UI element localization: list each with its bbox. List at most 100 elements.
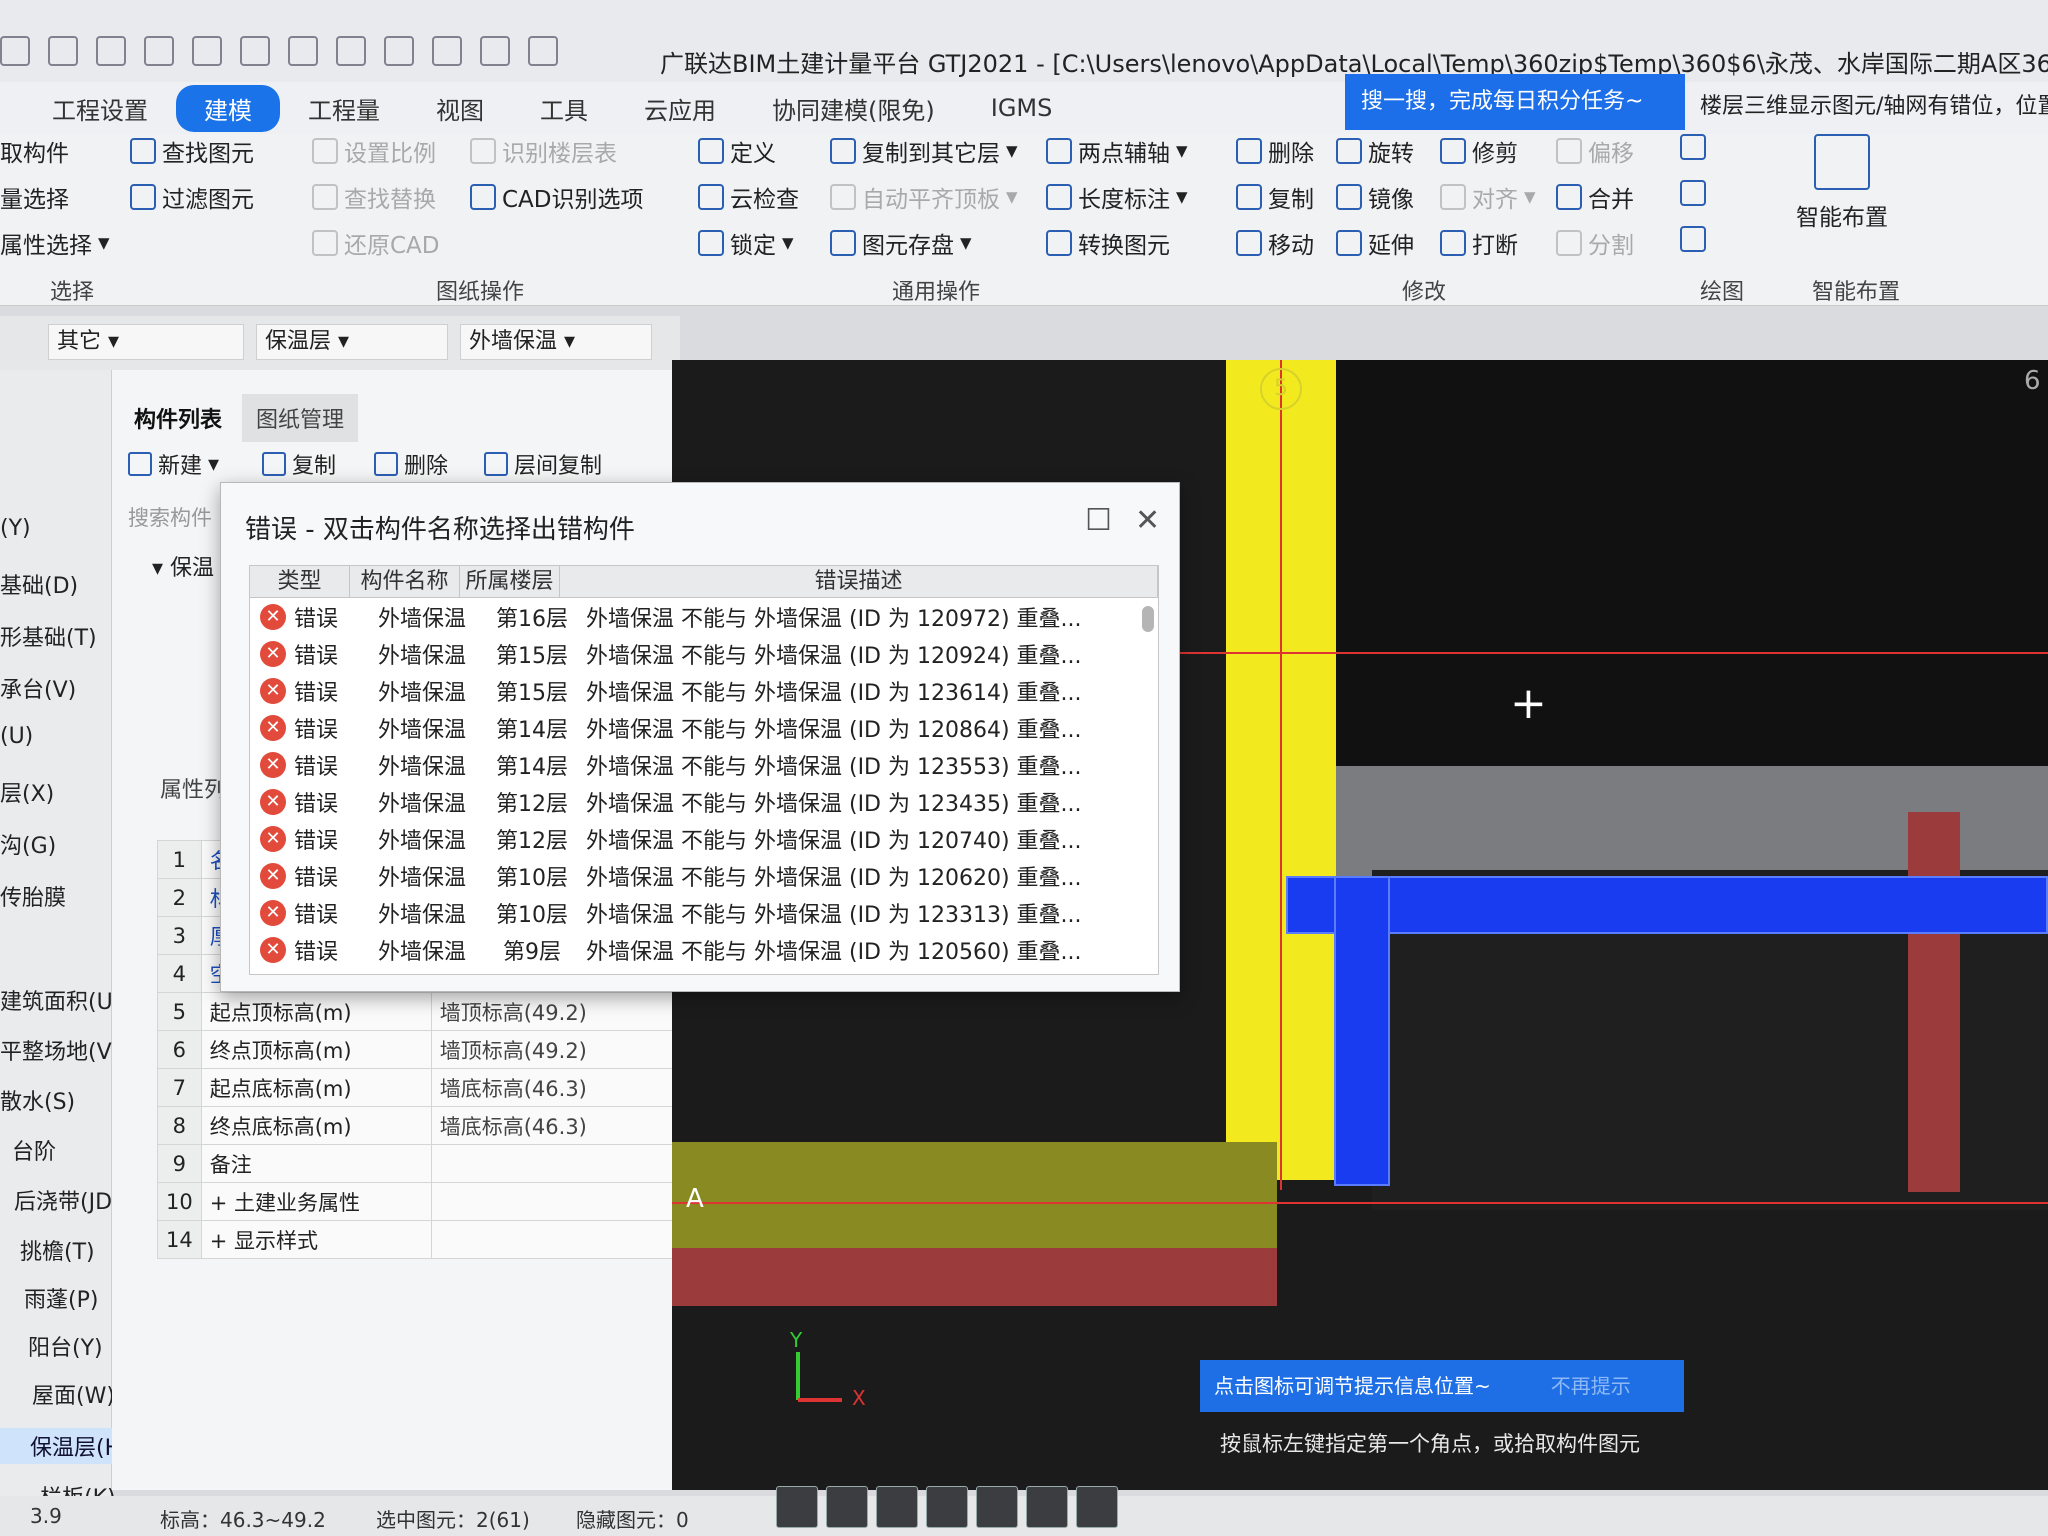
table-icon[interactable] — [336, 36, 366, 66]
col-floor[interactable]: 所属楼层 — [460, 566, 560, 597]
nav-item[interactable]: 后浇带(JD) — [14, 1184, 121, 1216]
table-row[interactable]: ✕ 错误 外墙保温 第9层 外墙保温 不能与 外墙保温 (ID 为 120560) 重叠… — [250, 931, 1158, 968]
close-icon[interactable]: ✕ — [1135, 503, 1160, 538]
nav-item[interactable]: 传胎膜 — [0, 880, 66, 912]
grid-icon[interactable] — [384, 36, 414, 66]
tab-component-list[interactable]: 构件列表 — [120, 394, 237, 442]
save-icon[interactable] — [96, 36, 126, 66]
name-cell[interactable]: 外墙保温 — [378, 860, 486, 892]
table-row[interactable]: 9 备注 — [157, 1144, 678, 1183]
delete-button[interactable]: 删除 — [1236, 134, 1314, 168]
olive-slab[interactable] — [672, 1142, 1277, 1252]
align-button[interactable]: 对齐 ▾ — [1440, 180, 1536, 214]
type-combo[interactable]: 保温层 ▾ — [256, 324, 448, 360]
new-component-button[interactable]: 新建 ▾ — [128, 448, 219, 480]
dismiss-hint-link[interactable]: 不再提示 — [1551, 1374, 1631, 1398]
pick-component-button[interactable]: 取构件 — [0, 134, 69, 168]
prop-key[interactable]: + 显示样式 — [200, 1220, 432, 1259]
split-button[interactable]: 分割 — [1556, 226, 1634, 260]
menu-quantity[interactable]: 工程量 — [280, 91, 408, 126]
restore-cad-button[interactable]: 还原CAD — [312, 226, 440, 260]
promo-banner[interactable]: 搜一搜，完成每日积分任务~ — [1345, 74, 1685, 130]
copy-component-button[interactable]: 复制 — [262, 448, 336, 480]
table-row[interactable]: ✕ 错误 外墙保温 第10层 外墙保温 不能与 外墙保温 (ID 为 120620) 重… — [250, 857, 1158, 894]
nav-item[interactable]: 屋面(W) — [32, 1378, 115, 1410]
blue-insulation-horizontal[interactable] — [1286, 876, 2048, 934]
scrollbar[interactable] — [1142, 606, 1154, 632]
menu-modeling[interactable]: 建模 — [176, 84, 280, 132]
table-row[interactable]: 8 终点底标高(m) 墙底标高(46.3) — [157, 1106, 678, 1145]
nav-item[interactable]: 台阶 — [12, 1134, 56, 1166]
draw-arc-button[interactable] — [1680, 226, 1706, 252]
name-cell[interactable]: 外墙保温 — [378, 749, 486, 781]
table-row[interactable]: ✕ 错误 外墙保温 第10层 外墙保温 不能与 外墙保温 (ID 为 123313) 重… — [250, 894, 1158, 931]
set-scale-button[interactable]: 设置比例 — [312, 134, 436, 168]
cross-select-icon[interactable] — [876, 1486, 918, 1528]
name-cell[interactable]: 外墙保温 — [378, 675, 486, 707]
copy-to-floor-button[interactable]: 复制到其它层 ▾ — [830, 134, 1018, 168]
two-point-axis-button[interactable]: 两点辅轴 ▾ — [1046, 134, 1188, 168]
lock-button[interactable]: 锁定 ▾ — [698, 226, 794, 260]
nav-item[interactable]: 平整场地(V) — [0, 1034, 120, 1066]
table-row[interactable]: 6 终点顶标高(m) 墙顶标高(49.2) — [157, 1030, 678, 1069]
floor-copy-button[interactable]: 层间复制 — [484, 448, 602, 480]
ortho-icon[interactable] — [776, 1486, 818, 1528]
menu-cloud[interactable]: 云应用 — [616, 91, 744, 126]
name-cell[interactable]: 外墙保温 — [378, 712, 486, 744]
name-cell[interactable]: 外墙保温 — [378, 823, 486, 855]
filter-element-button[interactable]: 过滤图元 — [130, 180, 254, 214]
undo-icon[interactable] — [144, 36, 174, 66]
menu-view[interactable]: 视图 — [408, 91, 512, 126]
curve-icon[interactable] — [1076, 1486, 1118, 1528]
cloud-check-button[interactable]: 云检查 — [698, 180, 799, 214]
display-icon[interactable] — [1026, 1486, 1068, 1528]
nav-item[interactable]: 层(X) — [0, 776, 54, 808]
find-element-button[interactable]: 查找图元 — [130, 134, 254, 168]
nav-item[interactable]: (U) — [0, 724, 33, 749]
table-row[interactable]: ✕ 错误 外墙保温 第14层 外墙保温 不能与 外墙保温 (ID 为 120864) 重… — [250, 709, 1158, 746]
table-row[interactable]: ✕ 错误 外墙保温 第14层 外墙保温 不能与 外墙保温 (ID 为 123553) 重… — [250, 746, 1158, 783]
pen-icon[interactable] — [432, 36, 462, 66]
snap-icon[interactable] — [976, 1486, 1018, 1528]
category-combo[interactable]: 其它 ▾ — [48, 324, 244, 360]
sync-icon[interactable] — [528, 36, 558, 66]
auto-align-slab-button[interactable]: 自动平齐顶板 ▾ — [830, 180, 1018, 214]
length-dimension-button[interactable]: 长度标注 ▾ — [1046, 180, 1188, 214]
blue-insulation-vertical[interactable] — [1334, 876, 1390, 1186]
rotate-button[interactable]: 旋转 — [1336, 134, 1414, 168]
nav-item[interactable]: 沟(G) — [0, 828, 56, 860]
menu-project-settings[interactable]: 工程设置 — [24, 91, 176, 126]
name-cell[interactable]: 外墙保温 — [378, 897, 486, 929]
merge-button[interactable]: 合并 — [1556, 180, 1634, 214]
save-elements-button[interactable]: 图元存盘 ▾ — [830, 226, 972, 260]
redo-icon[interactable] — [192, 36, 222, 66]
define-button[interactable]: 定义 — [698, 134, 776, 168]
extend-button[interactable]: 延伸 — [1336, 226, 1414, 260]
red-column[interactable] — [1908, 812, 1960, 1192]
col-name[interactable]: 构件名称 — [350, 566, 460, 597]
table-row[interactable]: 10 + 土建业务属性 — [157, 1182, 678, 1221]
brick-strip[interactable] — [672, 1248, 1277, 1306]
name-cell[interactable]: 外墙保温 — [378, 638, 486, 670]
name-cell[interactable]: 外墙保温 — [378, 934, 486, 966]
table-row[interactable]: ✕ 错误 外墙保温 第12层 外墙保温 不能与 外墙保温 (ID 为 123435) 重… — [250, 783, 1158, 820]
nav-item[interactable]: 建筑面积(U) — [0, 984, 121, 1016]
cad-options-button[interactable]: CAD识别选项 — [470, 180, 644, 214]
nav-item[interactable]: 雨蓬(P) — [24, 1282, 98, 1314]
tab-drawing-management[interactable]: 图纸管理 — [242, 394, 359, 442]
smart-layout-button[interactable]: 智能布置 — [1796, 134, 1888, 232]
name-cell[interactable]: 外墙保温 — [378, 601, 486, 633]
copy-button[interactable]: 复制 — [1236, 180, 1314, 214]
component-combo[interactable]: 外墙保温 ▾ — [460, 324, 652, 360]
search-input[interactable]: 搜索构件 — [128, 502, 212, 532]
trim-button[interactable]: 修剪 — [1440, 134, 1518, 168]
batch-select-button[interactable]: 量选择 — [0, 180, 69, 214]
nav-item[interactable]: 承台(V) — [0, 672, 76, 704]
identify-floor-button[interactable]: 识别楼层表 — [470, 134, 617, 168]
sum-icon[interactable] — [240, 36, 270, 66]
prop-value[interactable]: 墙顶标高(49.2) — [430, 1030, 678, 1069]
hint-banner[interactable]: 点击图标可调节提示信息位置~ 不再提示 — [1200, 1360, 1684, 1412]
nav-item[interactable]: (Y) — [0, 516, 31, 541]
angle-icon[interactable] — [926, 1486, 968, 1528]
convert-elements-button[interactable]: 转换图元 — [1046, 226, 1170, 260]
